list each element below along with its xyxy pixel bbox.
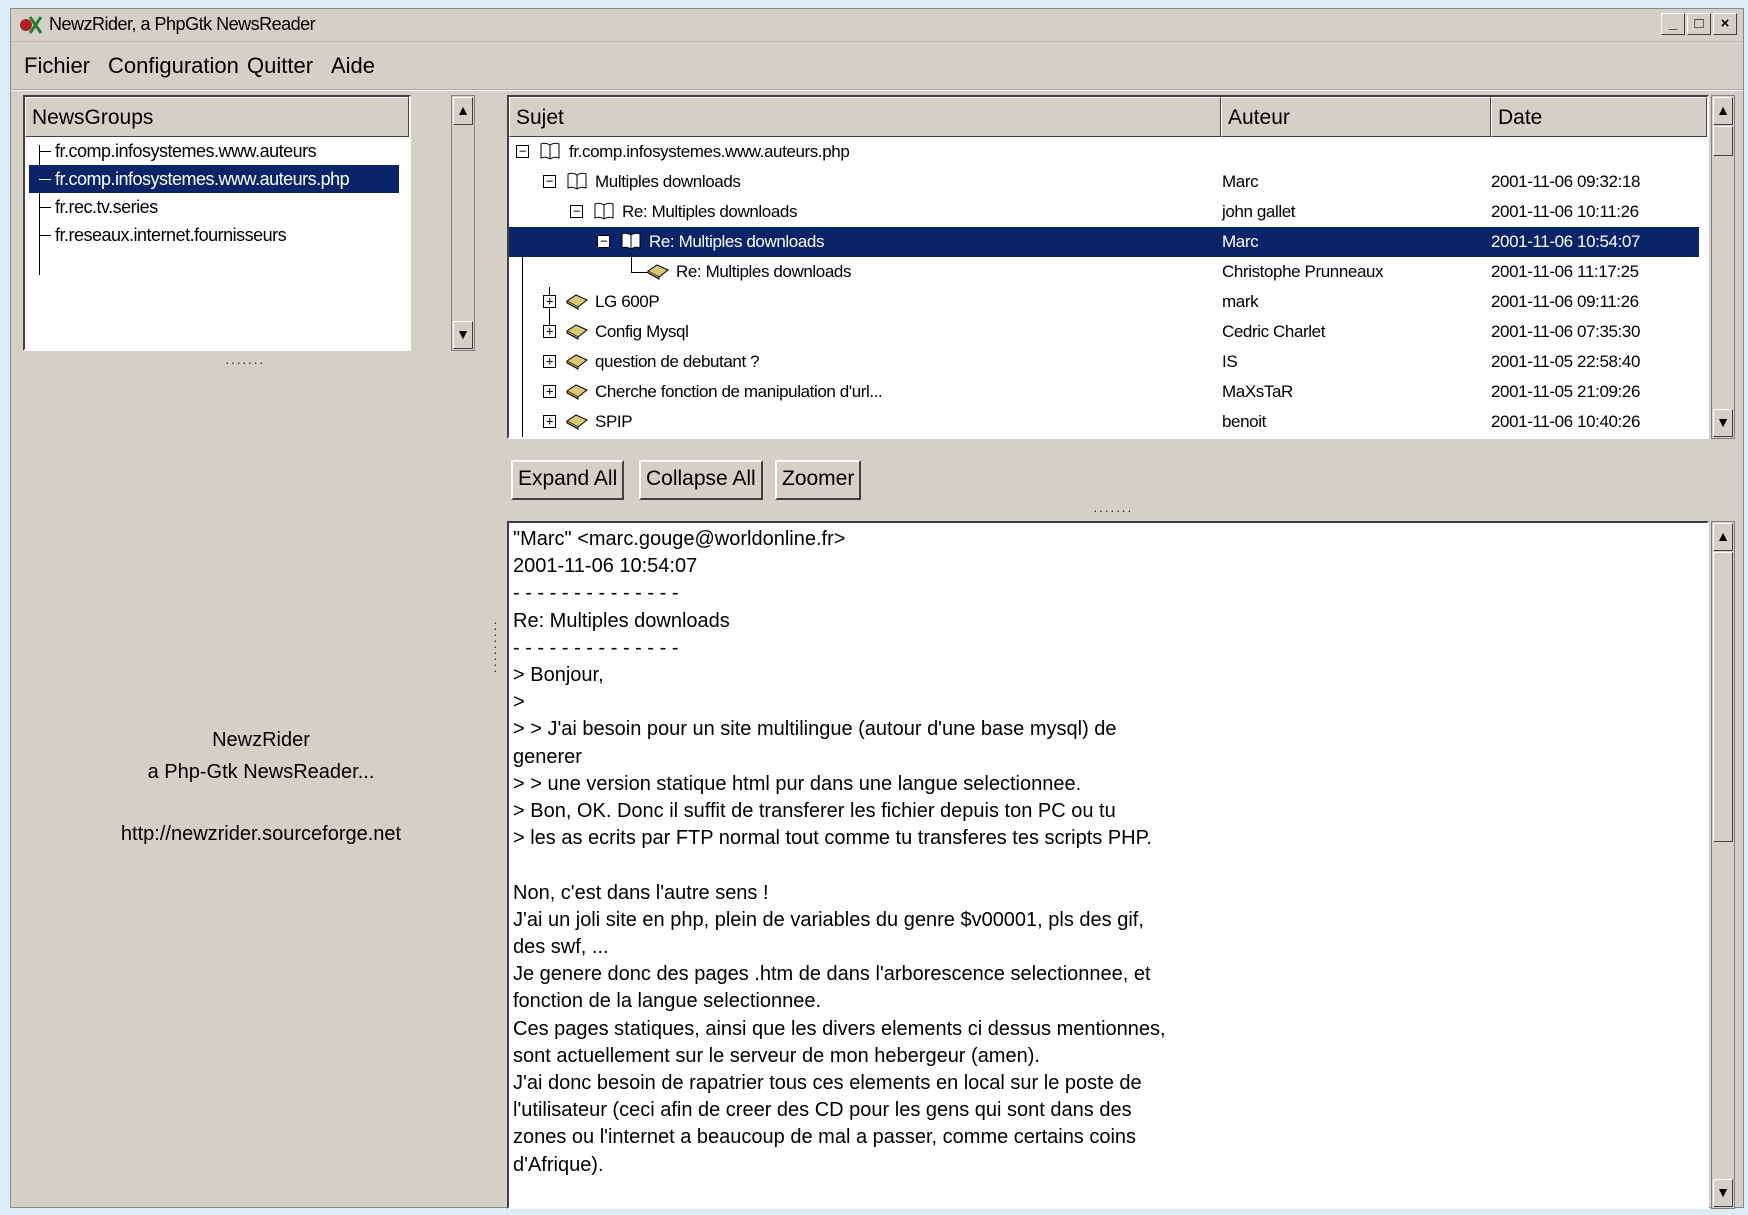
- newsgroups-list: NewsGroups fr.comp.infosystemes.www.aute…: [23, 95, 411, 351]
- message-line: - - - - - - - - - - - - - -: [513, 636, 679, 659]
- menu-aide[interactable]: Aide: [331, 53, 375, 79]
- message-line: J'ai un joli site en php, plein de varia…: [513, 908, 1144, 931]
- title-bar[interactable]: NewzRider, a PhpGtk NewsReader _ □ ×: [11, 9, 1743, 42]
- horizontal-splitter-grip[interactable]: ·······: [1093, 502, 1133, 518]
- message-line: > > une version statique html pur dans u…: [513, 772, 1082, 795]
- column-header-subject[interactable]: Sujet: [509, 97, 1221, 137]
- vertical-splitter-grip[interactable]: · · · · · · · · ·: [493, 615, 499, 677]
- expand-icon[interactable]: +: [543, 415, 556, 428]
- book-icon: [621, 232, 641, 250]
- thread-row[interactable]: − Re: Multiples downloads john gallet 20…: [509, 197, 1699, 227]
- newsgroup-item[interactable]: fr.reseaux.internet.fournisseurs: [29, 221, 409, 249]
- message-line: zones ou l'internet a beaucoup de mal a …: [513, 1126, 1137, 1149]
- collapse-icon[interactable]: −: [543, 175, 556, 188]
- message-line: > Bon, OK. Donc il suffit de transferer …: [513, 800, 1116, 822]
- book-icon: [567, 172, 587, 190]
- collapse-icon[interactable]: −: [516, 145, 529, 158]
- thread-row[interactable]: Re: Multiples downloads Christophe Prunn…: [509, 257, 1699, 287]
- message-line: - - - - - - - - - - - - - -: [513, 582, 679, 605]
- newsgroup-item[interactable]: fr.rec.tv.series: [29, 193, 409, 221]
- close-button[interactable]: ×: [1713, 13, 1737, 35]
- expand-icon[interactable]: +: [543, 385, 556, 398]
- column-header-date[interactable]: Date: [1491, 97, 1707, 137]
- scroll-thumb[interactable]: [1713, 126, 1733, 156]
- app-logo-icon: [20, 16, 43, 34]
- menu-fichier[interactable]: Fichier: [24, 53, 90, 79]
- message-line: Re: Multiples downloads: [513, 609, 730, 632]
- scroll-thumb[interactable]: [1713, 552, 1733, 842]
- minimize-button[interactable]: _: [1661, 13, 1685, 35]
- expand-icon[interactable]: +: [543, 295, 556, 308]
- thread-row[interactable]: − fr.comp.infosystemes.www.auteurs.php: [509, 137, 1699, 167]
- message-line: d'Afrique).: [513, 1153, 604, 1176]
- thread-tree: Sujet Auteur Date − fr.comp.infosystemes…: [507, 95, 1709, 439]
- thread-row[interactable]: + question de debutant ? IS 2001-11-05 2…: [509, 347, 1699, 377]
- newsgroup-item[interactable]: fr.comp.infosystemes.www.auteurs: [29, 137, 409, 165]
- closed-book-icon: [647, 264, 669, 280]
- newsgroup-item-selected[interactable]: fr.comp.infosystemes.www.auteurs.php: [29, 165, 399, 193]
- app-window: NewzRider, a PhpGtk NewsReader _ □ × Fic…: [10, 8, 1744, 1209]
- message-scrollbar[interactable]: ▲ ▼: [1711, 521, 1735, 1209]
- thread-row[interactable]: + SPIP benoit 2001-11-06 10:40:26: [509, 407, 1699, 437]
- thread-row-selected[interactable]: − Re: Multiples downloads Marc 2001-11-0…: [509, 227, 1699, 257]
- thread-row[interactable]: + Cherche fonction de manipulation d'url…: [509, 377, 1699, 407]
- scroll-up-icon[interactable]: ▲: [1713, 523, 1733, 551]
- message-line: J'ai donc besoin de rapatrier tous ces e…: [513, 1072, 1142, 1094]
- maximize-button[interactable]: □: [1687, 13, 1711, 35]
- closed-book-icon: [566, 324, 588, 340]
- menu-bar: Fichier Configuration Quitter Aide: [11, 43, 1743, 91]
- closed-book-icon: [566, 354, 588, 370]
- newsgroups-header[interactable]: NewsGroups: [25, 97, 409, 137]
- scroll-up-icon[interactable]: ▲: [1713, 97, 1733, 125]
- message-line: "Marc" <marc.gouge@worldonline.fr>: [513, 528, 846, 550]
- about-subtitle: a Php-Gtk NewsReader...: [147, 761, 375, 783]
- menu-configuration[interactable]: Configuration: [108, 53, 239, 79]
- book-icon: [594, 202, 614, 220]
- newsgroups-scrollbar[interactable]: ▲ ▼: [451, 95, 475, 351]
- message-line: > les as ecrits par FTP normal tout comm…: [513, 827, 1152, 850]
- collapse-icon[interactable]: −: [597, 235, 610, 248]
- message-line: l'utilisateur (ceci afin de creer des CD…: [513, 1099, 1132, 1122]
- collapse-icon[interactable]: −: [570, 205, 583, 218]
- message-line: Ces pages statiques, ainsi que les diver…: [513, 1017, 1166, 1040]
- closed-book-icon: [566, 414, 588, 430]
- message-line: fonction de la langue selectionnee.: [513, 990, 822, 1013]
- message-body[interactable]: "Marc" <marc.gouge@worldonline.fr> 2001-1…: [507, 521, 1709, 1209]
- scroll-down-icon[interactable]: ▼: [453, 321, 473, 349]
- scroll-down-icon[interactable]: ▼: [1713, 1179, 1733, 1207]
- book-icon: [540, 142, 560, 160]
- collapse-all-button[interactable]: Collapse All: [639, 460, 763, 500]
- message-line: Non, c'est dans l'autre sens !: [513, 881, 769, 904]
- expand-icon[interactable]: +: [543, 355, 556, 368]
- message-line: Je genere donc des pages .htm de dans l'…: [513, 963, 1151, 986]
- scroll-down-icon[interactable]: ▼: [1713, 409, 1733, 437]
- closed-book-icon: [566, 384, 588, 400]
- expand-all-button[interactable]: Expand All: [511, 460, 625, 500]
- message-line: sont actuellement sur le serveur de mon …: [513, 1044, 1040, 1067]
- thread-row[interactable]: − Multiples downloads Marc 2001-11-06 09…: [509, 167, 1699, 197]
- message-line: > > J'ai besoin pour un site multilingue…: [513, 718, 1117, 741]
- scroll-up-icon[interactable]: ▲: [453, 97, 473, 125]
- thread-row[interactable]: + Config Mysql Cedric Charlet 2001-11-06…: [509, 317, 1699, 347]
- message-line: >: [513, 691, 525, 714]
- expand-icon[interactable]: +: [543, 325, 556, 338]
- zoomer-button[interactable]: Zoomer: [775, 460, 862, 500]
- message-line: 2001-11-06 10:54:07: [513, 555, 698, 578]
- message-line: > Bonjour,: [513, 664, 604, 686]
- horizontal-splitter-grip[interactable]: ·······: [225, 354, 265, 370]
- message-line: generer: [513, 745, 582, 768]
- closed-book-icon: [566, 294, 588, 310]
- column-header-author[interactable]: Auteur: [1221, 97, 1491, 137]
- message-line: des swf, ...: [513, 936, 609, 958]
- thread-row[interactable]: + LG 600P mark 2001-11-06 09:11:26: [509, 287, 1699, 317]
- window-title: NewzRider, a PhpGtk NewsReader: [49, 14, 316, 34]
- menu-quitter[interactable]: Quitter: [247, 53, 313, 79]
- thread-scrollbar[interactable]: ▲ ▼: [1711, 95, 1735, 439]
- about-url: http://newzrider.sourceforge.net: [120, 823, 402, 845]
- about-title: NewzRider: [212, 729, 310, 751]
